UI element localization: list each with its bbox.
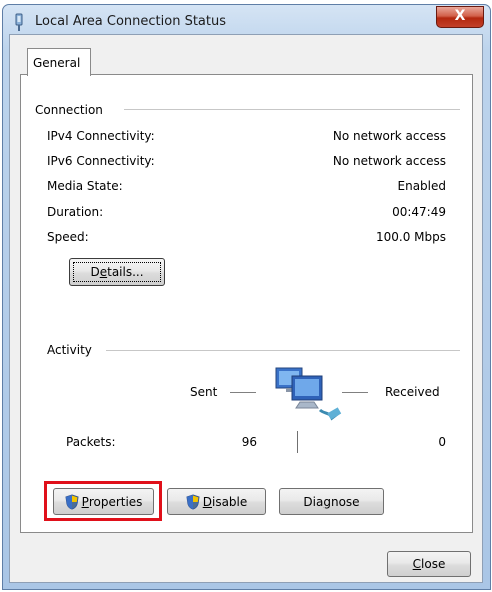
details-button-post: tails...	[107, 265, 144, 279]
network-computers-icon	[275, 367, 342, 421]
properties-button[interactable]: Properties	[53, 488, 154, 515]
close-rest: lose	[421, 557, 446, 571]
tab-general[interactable]: General	[27, 48, 91, 76]
packets-received-value: 0	[438, 435, 446, 449]
duration-value: 00:47:49	[392, 205, 446, 219]
packets-label: Packets:	[66, 435, 116, 449]
ipv4-label: IPv4 Connectivity:	[47, 129, 155, 143]
close-accel: C	[412, 557, 422, 571]
speed-value: 100.0 Mbps	[375, 230, 446, 244]
packets-sent-value: 96	[241, 435, 257, 449]
media-state-label: Media State:	[47, 179, 123, 193]
uac-shield-icon	[65, 493, 79, 510]
close-icon: X	[454, 8, 466, 24]
received-label: Received	[385, 385, 440, 399]
sent-label: Sent	[190, 385, 218, 399]
ipv4-value: No network access	[332, 129, 446, 143]
disable-rest: isable	[211, 494, 248, 509]
title-close-button[interactable]: X	[436, 6, 484, 28]
activity-group-rule	[106, 350, 460, 351]
ipv6-value: No network access	[332, 154, 446, 168]
diagnose-pre: Dia	[303, 494, 324, 509]
diagnose-accel: g	[323, 494, 331, 509]
network-adapter-icon	[15, 13, 23, 31]
connection-group-rule	[124, 109, 460, 110]
disable-accel: D	[202, 494, 212, 509]
properties-accel: P	[81, 494, 89, 509]
details-button[interactable]: De tails...	[69, 258, 165, 286]
ipv6-label: IPv6 Connectivity:	[47, 154, 155, 168]
details-button-pre: D	[90, 265, 100, 279]
activity-group-title: Activity	[47, 343, 100, 357]
activity-center-divider	[297, 431, 298, 453]
media-state-value: Enabled	[397, 179, 447, 193]
diagnose-button[interactable]: Dia g nose	[279, 488, 384, 515]
disable-button[interactable]: Disable	[167, 488, 266, 515]
window-title: Local Area Connection Status	[35, 14, 226, 29]
sent-dash	[230, 392, 256, 393]
speed-label: Speed:	[47, 230, 89, 244]
duration-label: Duration:	[47, 205, 104, 219]
details-button-accel: e	[99, 265, 108, 279]
tab-general-label: General	[33, 56, 81, 70]
close-button[interactable]: Close	[387, 551, 471, 577]
uac-shield-icon	[186, 493, 200, 510]
connection-group-title: Connection	[35, 103, 111, 117]
diagnose-post: nose	[330, 494, 360, 509]
properties-rest: roperties	[88, 494, 143, 509]
